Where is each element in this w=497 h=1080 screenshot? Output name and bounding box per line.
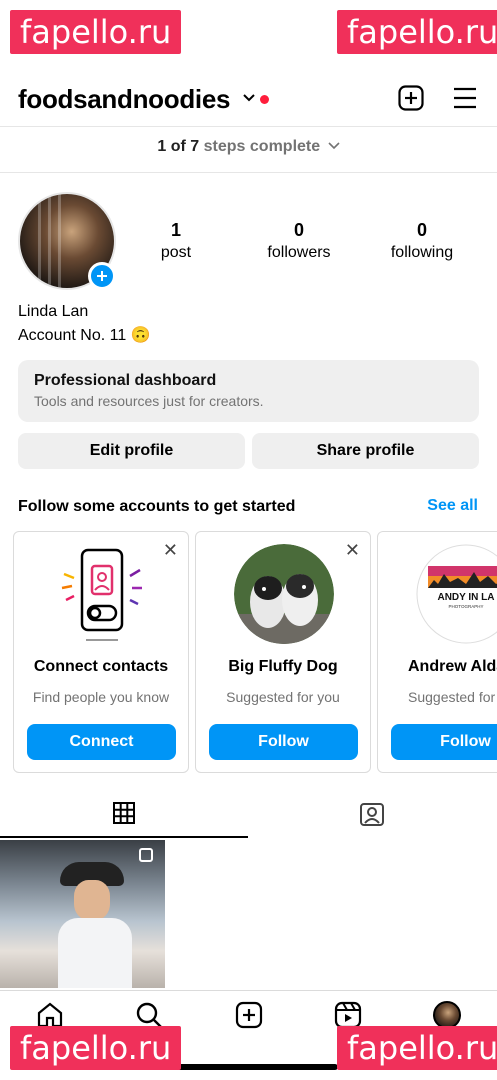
professional-dashboard[interactable]: Professional dashboard Tools and resourc… [18,360,479,422]
dashboard-title: Professional dashboard [34,372,217,389]
watermark-bottom-right: fapello.ru [337,1026,497,1070]
card-title: Connect contacts [33,658,169,675]
stat-value: 1 [170,220,181,240]
reels-icon[interactable] [334,1001,362,1029]
account-username[interactable]: foodsandnoodies [18,84,230,115]
profile-avatar[interactable] [18,192,116,290]
suggestion-card-contacts: ✕ Connect contacts Find people you know … [13,531,189,773]
watermark-top-left: fapello.ru [10,10,182,54]
tagged-icon[interactable] [359,801,385,827]
suggestion-card-dog: ✕ Big Fluffy Dog Suggested for you Follo… [195,531,371,773]
stat-following[interactable]: 0 following [367,220,477,262]
stat-value: 0 [293,220,304,240]
share-profile-button[interactable]: Share profile [252,433,479,469]
home-icon[interactable] [36,1001,64,1029]
steps-count: 1 of 7 [157,138,200,155]
andy-in-la-logo[interactable]: ANDY IN LA PHOTOGRAPHY [416,544,497,644]
menu-icon[interactable] [452,86,478,110]
edit-profile-button[interactable]: Edit profile [18,433,245,469]
create-post-icon[interactable] [398,85,424,111]
chevron-down-icon[interactable] [241,90,257,106]
suggestions-title: Follow some accounts to get started [18,498,296,515]
stat-posts[interactable]: 1 post [121,220,231,262]
active-tab-indicator [0,836,248,838]
logo-text: ANDY IN LA [437,592,494,603]
carousel-icon [139,848,153,862]
divider [0,172,497,173]
card-title: Andrew Alda [408,658,497,675]
home-indicator [160,1064,338,1070]
profile-avatar-nav[interactable] [433,1001,461,1029]
profile-bio: Account No. 11 🙃 [18,327,151,344]
stat-followers[interactable]: 0 followers [244,220,354,262]
card-subtitle: Suggested for you [226,689,340,705]
steps-progress[interactable]: 1 of 7 steps complete [0,138,497,156]
suggestion-card-andrew: ANDY IN LA PHOTOGRAPHY Andrew Alda Sugge… [377,531,497,773]
close-icon[interactable]: ✕ [345,540,360,561]
dashboard-subtitle: Tools and resources just for creators. [34,393,264,409]
add-story-icon[interactable] [88,262,116,290]
see-all-link[interactable]: See all [427,497,478,515]
stat-label: followers [267,244,331,261]
card-title: Big Fluffy Dog [228,658,338,675]
card-subtitle: Suggested for you [408,689,497,705]
post-thumbnail[interactable] [0,840,165,988]
follow-button[interactable]: Follow [209,724,358,760]
watermark-top-right: fapello.ru [337,10,497,54]
logo-subtext: PHOTOGRAPHY [449,604,484,609]
close-icon[interactable]: ✕ [163,540,178,561]
profile-name: Linda Lan [18,303,89,320]
card-subtitle: Find people you know [32,689,170,705]
watermark-bottom-left: fapello.ru [10,1026,182,1070]
connect-button[interactable]: Connect [27,724,176,760]
grid-icon[interactable] [112,801,136,825]
stat-label: following [390,244,454,261]
stat-label: post [160,244,192,261]
steps-label: steps complete [203,138,321,155]
notification-dot [260,95,269,104]
stat-value: 0 [416,220,427,240]
chevron-down-icon [328,142,340,150]
profile-header: foodsandnoodies [0,78,497,122]
search-icon[interactable] [135,1001,163,1029]
profile-tabs [0,795,497,839]
follow-button[interactable]: Follow [391,724,497,760]
contacts-phone-icon [61,548,142,641]
dog-avatar[interactable] [234,544,334,644]
create-icon[interactable] [235,1001,263,1029]
divider [0,126,497,127]
